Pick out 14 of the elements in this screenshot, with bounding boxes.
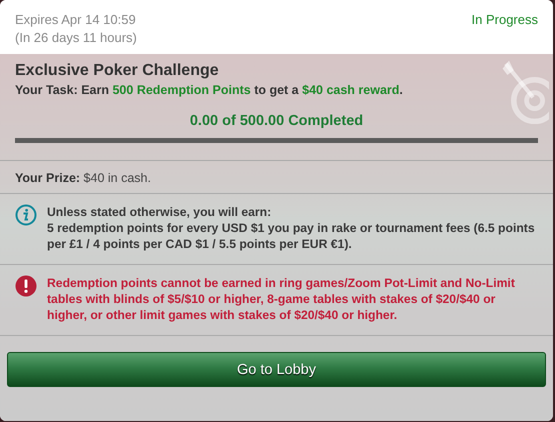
- go-to-lobby-button[interactable]: Go to Lobby: [7, 352, 546, 387]
- notice-text: 5 redemption points for every USD $1 you pay in rake or tournament fees (6.5 points per £1 / 4 points per CAD $1 / 5.5 points per EUR €1).: [47, 220, 536, 252]
- progress-text: 0.00 of 500.00 Completed: [188, 113, 364, 129]
- notice-text: Unless stated otherwise, you will earn:: [47, 204, 272, 220]
- prize-text: Your Prize: $40 in cash.: [15, 171, 151, 185]
- status-label: In Progress: [472, 11, 538, 29]
- challenge-title: Exclusive Poker Challenge: [15, 61, 220, 81]
- task-description: Your Task: Earn 500 Redemption Points to get a $40 cash reward.: [15, 83, 404, 97]
- notice-text: Redemption points cannot be earned in ring games/Zoom Pot-Limit and No-Limit tables with blinds of $5/$10 or higher, 8-game tables with stakes of $20/$40 or higher, or other limit games with stakes of $20/$40 or higher.: [47, 275, 516, 323]
- expiry-date: Expires Apr 14 10:59: [15, 11, 137, 29]
- target-icon: [501, 58, 549, 124]
- alert-icon: [15, 275, 37, 297]
- time-remaining: (In 26 days 11 hours): [15, 29, 137, 47]
- info-icon: [15, 204, 37, 226]
